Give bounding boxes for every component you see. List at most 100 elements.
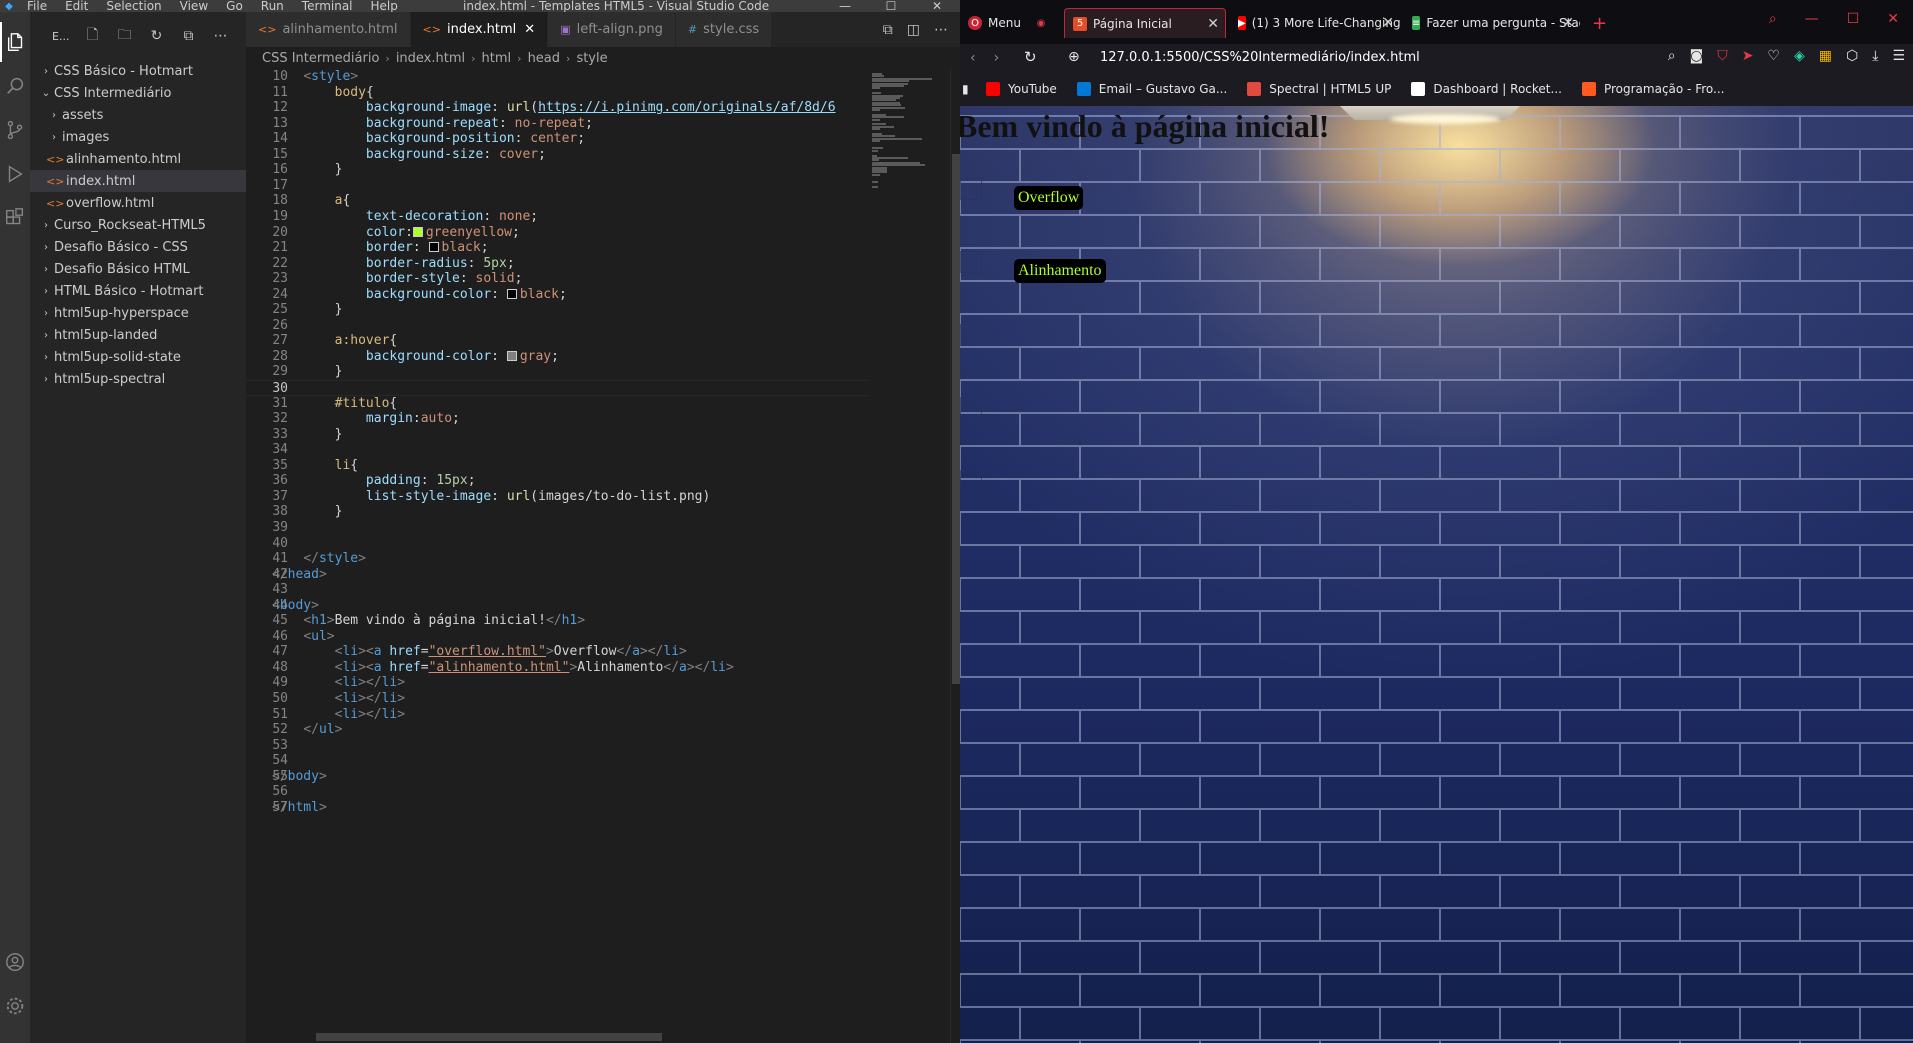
code-line[interactable]: 52 </ul>	[246, 722, 896, 738]
code-line[interactable]: 12 background-image: url(https://i.pinim…	[246, 100, 896, 116]
cube-icon[interactable]: ⬡	[1846, 48, 1858, 64]
run-debug-icon[interactable]	[0, 154, 30, 194]
tree-file[interactable]: <> overflow.html	[30, 192, 246, 214]
collapse-all-icon[interactable]: ⧉	[179, 27, 197, 45]
bookmark-item[interactable]: Spectral | HTML5 UP	[1247, 82, 1391, 96]
code-line[interactable]: 19 text-decoration: none;	[246, 209, 896, 225]
refresh-icon[interactable]: ↻	[147, 27, 165, 45]
code-line[interactable]: 47 <li><a href="overflow.html">Overflow<…	[246, 644, 896, 660]
code-line[interactable]: 23 border-style: solid;	[246, 271, 896, 287]
browser-tab-stack[interactable]: ≡ Fazer uma pergunta - Stack ✕	[1404, 8, 1580, 38]
code-line[interactable]: 56	[246, 784, 896, 800]
minimap[interactable]	[868, 69, 948, 1043]
breadcrumb-item[interactable]: head	[528, 51, 560, 66]
tree-folder[interactable]: › html5up-landed	[30, 324, 246, 346]
back-icon[interactable]: ‹	[970, 50, 976, 66]
close-tab-icon[interactable]: ✕	[524, 22, 535, 37]
bookmark-tile-icon[interactable]: ▮	[962, 82, 976, 96]
extension-grid-icon[interactable]: ▦	[1819, 48, 1832, 64]
new-file-icon[interactable]: 🗋	[83, 27, 101, 45]
browser-tab-gx[interactable]: ◉	[1026, 8, 1060, 38]
zoom-icon[interactable]: ⌕	[1668, 48, 1676, 64]
tree-folder[interactable]: › html5up-spectral	[30, 368, 246, 390]
extension-icon[interactable]: ◈	[1794, 48, 1805, 64]
account-icon[interactable]	[0, 942, 30, 982]
color-swatch[interactable]	[428, 242, 439, 253]
menu-item-view[interactable]: View	[171, 0, 217, 12]
menu-item-selection[interactable]: Selection	[97, 0, 170, 12]
tree-file[interactable]: <> alinhamento.html	[30, 148, 246, 170]
editor-tab[interactable]: ▣ left-align.png	[548, 12, 676, 47]
code-line[interactable]: 38 }	[246, 504, 896, 520]
close-button[interactable]: ✕	[914, 0, 960, 12]
tree-folder[interactable]: › assets	[30, 104, 246, 126]
close-button[interactable]: ✕	[1887, 11, 1899, 27]
page-link[interactable]: Overflow	[1014, 186, 1084, 210]
code-line[interactable]: 40	[246, 536, 896, 552]
code-line[interactable]: 21 border: black;	[246, 240, 896, 256]
code-line[interactable]: 31 #titulo{	[246, 396, 896, 412]
close-tab-icon[interactable]: ✕	[1562, 15, 1574, 31]
extensions-icon[interactable]	[0, 198, 30, 238]
code-line[interactable]: 11 body{	[246, 85, 896, 101]
browser-tab-pagina-inicial[interactable]: 5 Página Inicial ✕	[1064, 8, 1226, 38]
heart-icon[interactable]: ♡	[1767, 48, 1780, 64]
tree-folder[interactable]: › Desafio Básico HTML	[30, 258, 246, 280]
menu-item-terminal[interactable]: Terminal	[293, 0, 362, 12]
send-icon[interactable]: ➤	[1742, 48, 1754, 64]
snapshot-icon[interactable]: ◙	[1690, 48, 1704, 64]
tree-folder[interactable]: › Curso_Rockseat-HTML5	[30, 214, 246, 236]
code-line[interactable]: 32 margin:auto;	[246, 411, 896, 427]
code-line[interactable]: 25 }	[246, 302, 896, 318]
tree-folder[interactable]: › html5up-hyperspace	[30, 302, 246, 324]
menu-item-help[interactable]: Help	[362, 0, 407, 12]
close-tab-icon[interactable]: ✕	[1382, 15, 1394, 31]
code-line[interactable]: 22 border-radius: 5px;	[246, 256, 896, 272]
more-actions-icon[interactable]: ⋯	[211, 27, 229, 45]
code-line[interactable]: 46 <ul>	[246, 629, 896, 645]
code-line[interactable]: 13 background-repeat: no-repeat;	[246, 116, 896, 132]
code-line[interactable]: 24 background-color: black;	[246, 287, 896, 303]
bookmark-item[interactable]: YouTube	[986, 82, 1057, 96]
shield-icon[interactable]: ⛉	[1717, 48, 1728, 64]
code-line[interactable]: 16 }	[246, 162, 896, 178]
menu-item-edit[interactable]: Edit	[56, 0, 97, 12]
code-line[interactable]: 17	[246, 178, 896, 194]
code-line[interactable]: 29 }	[246, 364, 896, 380]
tree-folder[interactable]: › images	[30, 126, 246, 148]
horizontal-scrollbar[interactable]	[316, 1033, 662, 1041]
menu-item-go[interactable]: Go	[217, 0, 252, 12]
download-icon[interactable]: ⤓	[1872, 48, 1878, 64]
browser-tab-youtube[interactable]: ▶ (1) 3 More Life-Changing C ✕	[1230, 8, 1400, 38]
minimize-button[interactable]: —	[1805, 11, 1819, 27]
breadcrumb-item[interactable]: style	[576, 51, 607, 66]
code-line[interactable]: 20 color: greenyellow;	[246, 225, 896, 241]
search-tabs-icon[interactable]: ⌕	[1769, 11, 1777, 27]
code-line[interactable]: 51 <li></li>	[246, 707, 896, 723]
code-line[interactable]: 45 <h1>Bem vindo à página inicial!</h1>	[246, 613, 896, 629]
new-tab-button[interactable]: +	[1584, 8, 1614, 38]
tree-folder[interactable]: › HTML Básico - Hotmart	[30, 280, 246, 302]
maximize-button[interactable]: ☐	[868, 0, 914, 12]
code-line[interactable]: 50 <li></li>	[246, 691, 896, 707]
tree-folder[interactable]: ⌄ CSS Intermediário	[30, 82, 246, 104]
code-line[interactable]: 49 <li></li>	[246, 675, 896, 691]
tree-folder[interactable]: › Desafio Básico - CSS	[30, 236, 246, 258]
code-line[interactable]: 42 </head>	[246, 567, 896, 583]
code-line[interactable]: 55 </body>	[246, 769, 896, 785]
forward-icon[interactable]: ›	[994, 50, 1000, 66]
site-info-icon[interactable]: ⊕	[1068, 49, 1080, 65]
code-line[interactable]: 37 list-style-image: url(images/to-do-li…	[246, 489, 896, 505]
easy-setup-icon[interactable]: ☰	[1892, 48, 1905, 64]
code-line[interactable]: 15 background-size: cover;	[246, 147, 896, 163]
code-line[interactable]: 27 a:hover{	[246, 333, 896, 349]
tree-file[interactable]: <> index.html	[30, 170, 246, 192]
url-input[interactable]: 127.0.0.1:5500/CSS%20Intermediário/index…	[1100, 50, 1420, 65]
code-line[interactable]: 36 padding: 15px;	[246, 473, 896, 489]
browser-tab-menu[interactable]: O Menu	[960, 8, 1024, 38]
maximize-button[interactable]: ☐	[1847, 11, 1860, 27]
page-link[interactable]: Alinhamento	[1014, 259, 1106, 283]
bookmark-item[interactable]: Programação - Fro...	[1581, 82, 1724, 96]
editor-tab[interactable]: <> index.html ✕	[410, 12, 549, 47]
explorer-icon[interactable]	[0, 22, 30, 62]
